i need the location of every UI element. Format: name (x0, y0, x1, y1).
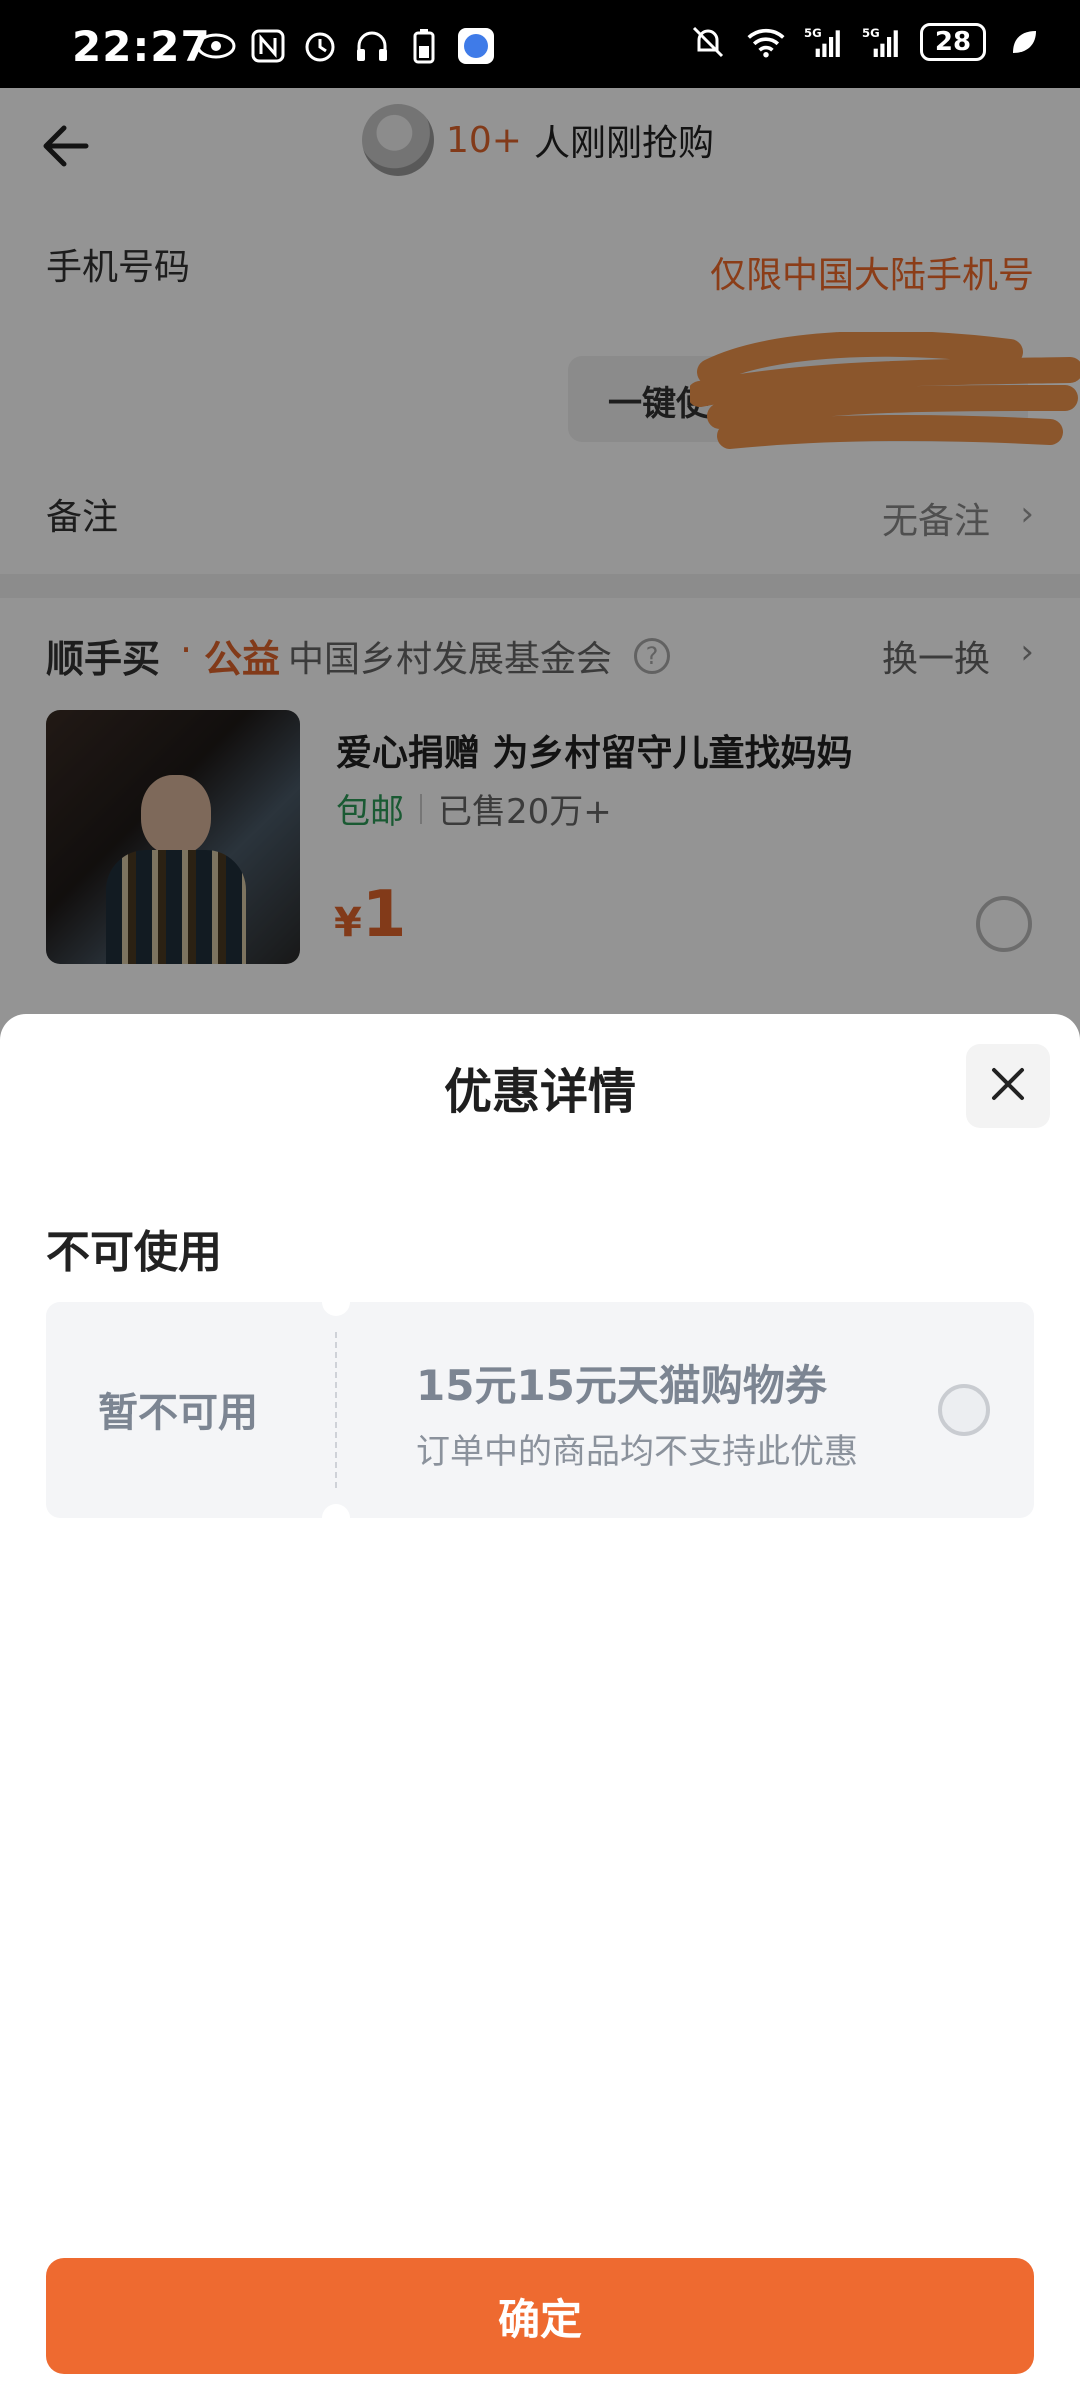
mute-icon (688, 22, 728, 62)
close-icon (988, 1064, 1028, 1108)
svg-text:5G: 5G (862, 26, 880, 40)
coupon-description: 订单中的商品均不支持此优惠 (416, 1432, 858, 1472)
svg-text:5G: 5G (804, 26, 822, 40)
battery-indicator: 28 (920, 23, 986, 61)
status-time: 22:27 (72, 22, 211, 71)
eye-icon (196, 26, 236, 66)
discount-details-sheet: 优惠详情 不可使用 暂不可用 15元15元天猫购物券 订单中的商品均不支持此优惠… (0, 1014, 1080, 2400)
leaf-icon (1004, 22, 1044, 62)
coupon-notch-top (322, 1288, 350, 1316)
signal-5g-icon: 5G (862, 22, 902, 62)
headphones-icon (352, 26, 392, 66)
app-icon (456, 26, 496, 66)
nfc-icon (248, 26, 288, 66)
alarm-icon (300, 26, 340, 66)
status-left-icons (196, 26, 496, 66)
battery-saver-icon (404, 26, 444, 66)
coupon-notch-bottom (322, 1504, 350, 1532)
confirm-button[interactable]: 确定 (46, 2258, 1034, 2374)
coupon-name: 15元15元天猫购物券 (416, 1361, 827, 1410)
unavailable-section-title: 不可使用 (46, 1227, 222, 1278)
close-button[interactable] (966, 1044, 1050, 1128)
sheet-title: 优惠详情 (443, 1064, 636, 1120)
status-right-icons: 5G 5G 28 (688, 22, 1044, 62)
coupon-divider (335, 1332, 337, 1488)
signal-5g-icon: 5G (804, 22, 844, 62)
wifi-icon (746, 22, 786, 62)
coupon-select-radio (938, 1384, 990, 1436)
status-bar: 22:27 5G 5G 28 (0, 0, 1080, 88)
coupon-status: 暂不可用 (98, 1390, 258, 1436)
coupon-card: 暂不可用 15元15元天猫购物券 订单中的商品均不支持此优惠 (46, 1288, 1034, 1532)
